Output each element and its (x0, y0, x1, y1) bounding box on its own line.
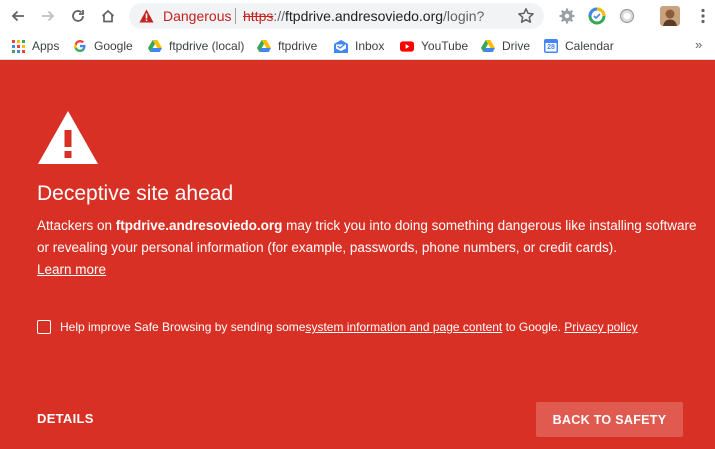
more-vertical-icon (701, 8, 705, 24)
back-button[interactable] (7, 5, 29, 27)
bookmark-label: Calendar (565, 39, 614, 53)
bookmark-ftpdrive[interactable]: ftpdrive (257, 38, 317, 54)
home-icon (101, 9, 115, 23)
optin-prefix: Help improve Safe Browsing by sending so… (60, 320, 306, 334)
avatar-icon (660, 6, 680, 26)
bookmark-google[interactable]: Google (73, 38, 133, 54)
apps-grid-icon (11, 39, 25, 53)
profile-avatar[interactable] (660, 6, 680, 26)
extension-circle-button[interactable] (617, 6, 637, 26)
system-info-link[interactable]: system information and page content (305, 320, 502, 334)
privacy-policy-link[interactable]: Privacy policy (564, 320, 637, 334)
back-to-safety-button[interactable]: BACK TO SAFETY (536, 402, 683, 437)
bookmark-label: Apps (32, 39, 60, 53)
bookmark-inbox[interactable]: Inbox (334, 38, 384, 54)
drive-icon (257, 39, 271, 53)
bookmark-youtube[interactable]: YouTube (400, 38, 468, 54)
body-host: ftpdrive.andresoviedo.org (115, 218, 283, 233)
bookmark-label: Drive (502, 39, 531, 53)
omnibox-separator (235, 8, 236, 24)
safe-browsing-optin: Help improve Safe Browsing by sending so… (37, 320, 707, 334)
home-button[interactable] (97, 5, 119, 27)
calendar-badge: 28 (547, 44, 555, 51)
page-title: Deceptive site ahead (37, 182, 234, 205)
bookmark-ftpdrive-local[interactable]: ftpdrive (local) (148, 38, 244, 54)
drive-icon (481, 39, 495, 53)
url-scheme-separator: :// (273, 8, 286, 24)
youtube-icon (400, 39, 414, 53)
danger-warning-icon (139, 9, 154, 23)
reload-icon (72, 10, 84, 22)
omnibox[interactable]: Dangerous https://ftpdrive.andresoviedo.… (129, 3, 544, 29)
drive-icon (148, 39, 162, 53)
bookmarks-bar: Apps Google ftpdrive (local) ftpdrive In… (0, 32, 715, 60)
bookmark-label: ftpdrive (local) (169, 39, 245, 53)
url-host: ftpdrive.andresoviedo.org (285, 8, 444, 24)
bookmark-label: Inbox (355, 39, 385, 53)
bookmarks-overflow-button[interactable]: » (695, 37, 702, 52)
url-text[interactable]: https://ftpdrive.andresoviedo.org/login? (243, 8, 484, 24)
bookmark-label: Google (94, 39, 133, 53)
forward-button[interactable] (37, 5, 59, 27)
star-icon[interactable] (517, 7, 535, 25)
arrow-right-icon (42, 10, 55, 22)
warning-triangle-icon (38, 111, 98, 164)
extension-gear-button[interactable] (557, 6, 577, 26)
bookmark-label: ftpdrive (278, 39, 318, 53)
sync-extension-icon (588, 7, 606, 25)
bookmark-label: YouTube (421, 39, 469, 53)
browser-toolbar: Dangerous https://ftpdrive.andresoviedo.… (0, 0, 715, 32)
inbox-icon (334, 39, 348, 53)
extension-sync-button[interactable] (587, 6, 607, 26)
optin-checkbox[interactable] (37, 320, 51, 334)
browser-menu-button[interactable] (693, 6, 713, 26)
url-path: /login? (443, 8, 485, 24)
optin-middle: to Google. (502, 320, 565, 334)
details-button[interactable]: DETAILS (37, 411, 94, 426)
calendar-icon: 28 (544, 39, 558, 53)
body-prefix: Attackers on (37, 218, 116, 233)
circle-extension-icon (619, 8, 635, 24)
safe-browsing-interstitial: Deceptive site ahead Attackers on ftpdri… (0, 61, 715, 449)
warning-body: Attackers on ftpdrive.andresoviedo.org m… (37, 215, 697, 281)
learn-more-link[interactable]: Learn more (37, 262, 106, 277)
reload-button[interactable] (67, 5, 89, 27)
security-state-label[interactable]: Dangerous (163, 8, 232, 24)
google-g-icon (73, 39, 87, 53)
url-scheme: https (243, 8, 274, 24)
bookmark-apps[interactable]: Apps (11, 38, 59, 54)
arrow-left-icon (11, 10, 24, 22)
gear-icon (559, 8, 575, 24)
bookmark-drive[interactable]: Drive (481, 38, 530, 54)
bookmark-calendar[interactable]: 28 Calendar (544, 38, 614, 54)
